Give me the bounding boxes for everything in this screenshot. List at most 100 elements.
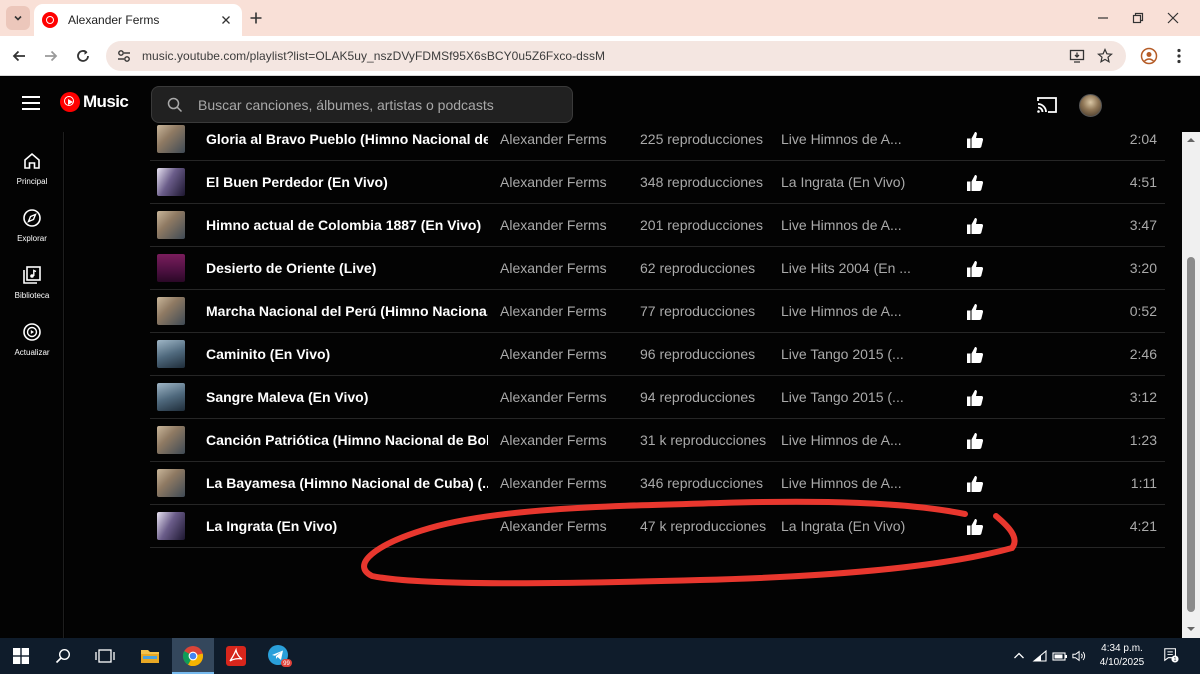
- track-album[interactable]: La Ingrata (En Vivo): [781, 505, 911, 548]
- browser-menu-button[interactable]: [1168, 45, 1190, 67]
- track-artist[interactable]: Alexander Ferms: [500, 118, 630, 161]
- restore-button[interactable]: [1128, 8, 1148, 28]
- table-row[interactable]: Caminito (En Vivo) Alexander Ferms 96 repr…: [150, 333, 1165, 376]
- track-title[interactable]: El Buen Perdedor (En Vivo): [206, 161, 488, 204]
- address-bar[interactable]: music.youtube.com/playlist?list=OLAK5uy_…: [106, 41, 1126, 71]
- menu-icon[interactable]: [22, 96, 42, 112]
- table-row[interactable]: Canción Patriótica (Himno Nacional de Bo…: [150, 419, 1165, 462]
- sidebar-item-actualizar[interactable]: Actualizar: [0, 321, 64, 373]
- volume-tray[interactable]: [1072, 648, 1088, 664]
- notifications-button[interactable]: 1: [1163, 647, 1179, 663]
- track-title[interactable]: Canción Patriótica (Himno Nacional de Bo…: [206, 419, 488, 462]
- track-thumbnail[interactable]: [157, 512, 185, 540]
- track-thumbnail[interactable]: [157, 297, 185, 325]
- new-tab-button[interactable]: [246, 8, 266, 28]
- thumbs-up-icon[interactable]: [965, 259, 985, 279]
- search-input[interactable]: [198, 96, 558, 113]
- forward-button[interactable]: [40, 45, 62, 67]
- track-album[interactable]: Live Tango 2015 (...: [781, 376, 911, 419]
- avatar[interactable]: [1079, 94, 1102, 117]
- track-album[interactable]: Live Tango 2015 (...: [781, 333, 911, 376]
- battery-tray[interactable]: [1052, 648, 1068, 664]
- thumbs-up-icon[interactable]: [965, 431, 985, 451]
- track-artist[interactable]: Alexander Ferms: [500, 247, 630, 290]
- track-thumbnail[interactable]: [157, 340, 185, 368]
- site-info-icon[interactable]: [110, 42, 138, 70]
- track-artist[interactable]: Alexander Ferms: [500, 290, 630, 333]
- taskbar-file-explorer[interactable]: [137, 643, 163, 669]
- track-thumbnail[interactable]: [157, 211, 185, 239]
- tab-search-button[interactable]: [6, 6, 30, 30]
- track-artist[interactable]: Alexander Ferms: [500, 505, 630, 548]
- track-title[interactable]: Caminito (En Vivo): [206, 333, 488, 376]
- track-thumbnail[interactable]: [157, 254, 185, 282]
- scroll-up-icon[interactable]: [1186, 135, 1196, 145]
- table-row[interactable]: Himno actual de Colombia 1887 (En Vivo) A…: [150, 204, 1165, 247]
- track-title[interactable]: Sangre Maleva (En Vivo): [206, 376, 488, 419]
- track-album[interactable]: Live Hits 2004 (En ...: [781, 247, 911, 290]
- thumbs-up-icon[interactable]: [965, 345, 985, 365]
- table-row[interactable]: El Buen Perdedor (En Vivo) Alexander Ferm…: [150, 161, 1165, 204]
- track-title[interactable]: Desierto de Oriente (Live): [206, 247, 488, 290]
- thumbs-up-icon[interactable]: [965, 517, 985, 537]
- track-album[interactable]: Live Himnos de A...: [781, 204, 911, 247]
- minimize-button[interactable]: [1093, 8, 1113, 28]
- track-thumbnail[interactable]: [157, 426, 185, 454]
- track-title[interactable]: Himno actual de Colombia 1887 (En Vivo): [206, 204, 488, 247]
- track-title[interactable]: La Ingrata (En Vivo): [206, 505, 488, 548]
- wifi-tray[interactable]: [1032, 648, 1048, 664]
- track-album[interactable]: Live Himnos de A...: [781, 290, 911, 333]
- thumbs-up-icon[interactable]: [965, 130, 985, 150]
- profile-button[interactable]: [1138, 45, 1160, 67]
- table-row[interactable]: Sangre Maleva (En Vivo) Alexander Ferms 94…: [150, 376, 1165, 419]
- browser-tab[interactable]: Alexander Ferms: [34, 4, 242, 36]
- track-thumbnail[interactable]: [157, 383, 185, 411]
- thumbs-up-icon[interactable]: [965, 388, 985, 408]
- taskbar-clock[interactable]: 4:34 p.m. 4/10/2025: [1096, 642, 1148, 670]
- close-tab-icon[interactable]: [218, 12, 234, 28]
- taskbar-search-button[interactable]: [50, 643, 76, 669]
- sidebar-item-explorar[interactable]: Explorar: [0, 207, 64, 259]
- track-artist[interactable]: Alexander Ferms: [500, 161, 630, 204]
- page-scrollbar[interactable]: [1182, 132, 1200, 638]
- track-thumbnail[interactable]: [157, 125, 185, 153]
- taskbar-chrome[interactable]: [180, 643, 206, 669]
- track-title[interactable]: Marcha Nacional del Perú (Himno Naciona.…: [206, 290, 488, 333]
- bookmark-star-icon[interactable]: [1096, 47, 1114, 65]
- taskbar-acrobat[interactable]: [223, 643, 249, 669]
- sidebar-item-principal[interactable]: Principal: [0, 150, 64, 202]
- track-artist[interactable]: Alexander Ferms: [500, 376, 630, 419]
- track-album[interactable]: La Ingrata (En Vivo): [781, 161, 911, 204]
- track-album[interactable]: Live Himnos de A...: [781, 419, 911, 462]
- thumbs-up-icon[interactable]: [965, 474, 985, 494]
- track-album[interactable]: Live Himnos de A...: [781, 462, 911, 505]
- table-row[interactable]: Gloria al Bravo Pueblo (Himno Nacional d…: [150, 118, 1165, 161]
- windows-start-button[interactable]: [8, 643, 34, 669]
- table-row[interactable]: La Ingrata (En Vivo) Alexander Ferms 47 k …: [150, 505, 1165, 548]
- sidebar-item-biblioteca[interactable]: Biblioteca: [0, 264, 64, 316]
- table-row[interactable]: La Bayamesa (Himno Nacional de Cuba) (..…: [150, 462, 1165, 505]
- install-app-icon[interactable]: [1068, 47, 1086, 65]
- show-hidden-icons-button[interactable]: [1011, 648, 1027, 664]
- thumbs-up-icon[interactable]: [965, 302, 985, 322]
- reload-button[interactable]: [72, 45, 94, 67]
- close-window-button[interactable]: [1163, 8, 1183, 28]
- table-row[interactable]: Desierto de Oriente (Live) Alexander Ferm…: [150, 247, 1165, 290]
- track-title[interactable]: Gloria al Bravo Pueblo (Himno Nacional d…: [206, 118, 488, 161]
- scrollbar-thumb[interactable]: [1187, 257, 1195, 612]
- thumbs-up-icon[interactable]: [965, 216, 985, 236]
- ytmusic-logo[interactable]: Music: [60, 92, 129, 112]
- track-artist[interactable]: Alexander Ferms: [500, 204, 630, 247]
- table-row[interactable]: Marcha Nacional del Perú (Himno Naciona.…: [150, 290, 1165, 333]
- track-artist[interactable]: Alexander Ferms: [500, 333, 630, 376]
- track-artist[interactable]: Alexander Ferms: [500, 462, 630, 505]
- back-button[interactable]: [8, 45, 30, 67]
- taskbar-telegram[interactable]: 99: [266, 643, 292, 669]
- task-view-button[interactable]: [92, 643, 118, 669]
- track-artist[interactable]: Alexander Ferms: [500, 419, 630, 462]
- track-thumbnail[interactable]: [157, 469, 185, 497]
- track-thumbnail[interactable]: [157, 168, 185, 196]
- thumbs-up-icon[interactable]: [965, 173, 985, 193]
- scroll-down-icon[interactable]: [1186, 624, 1196, 634]
- track-album[interactable]: Live Himnos de A...: [781, 118, 911, 161]
